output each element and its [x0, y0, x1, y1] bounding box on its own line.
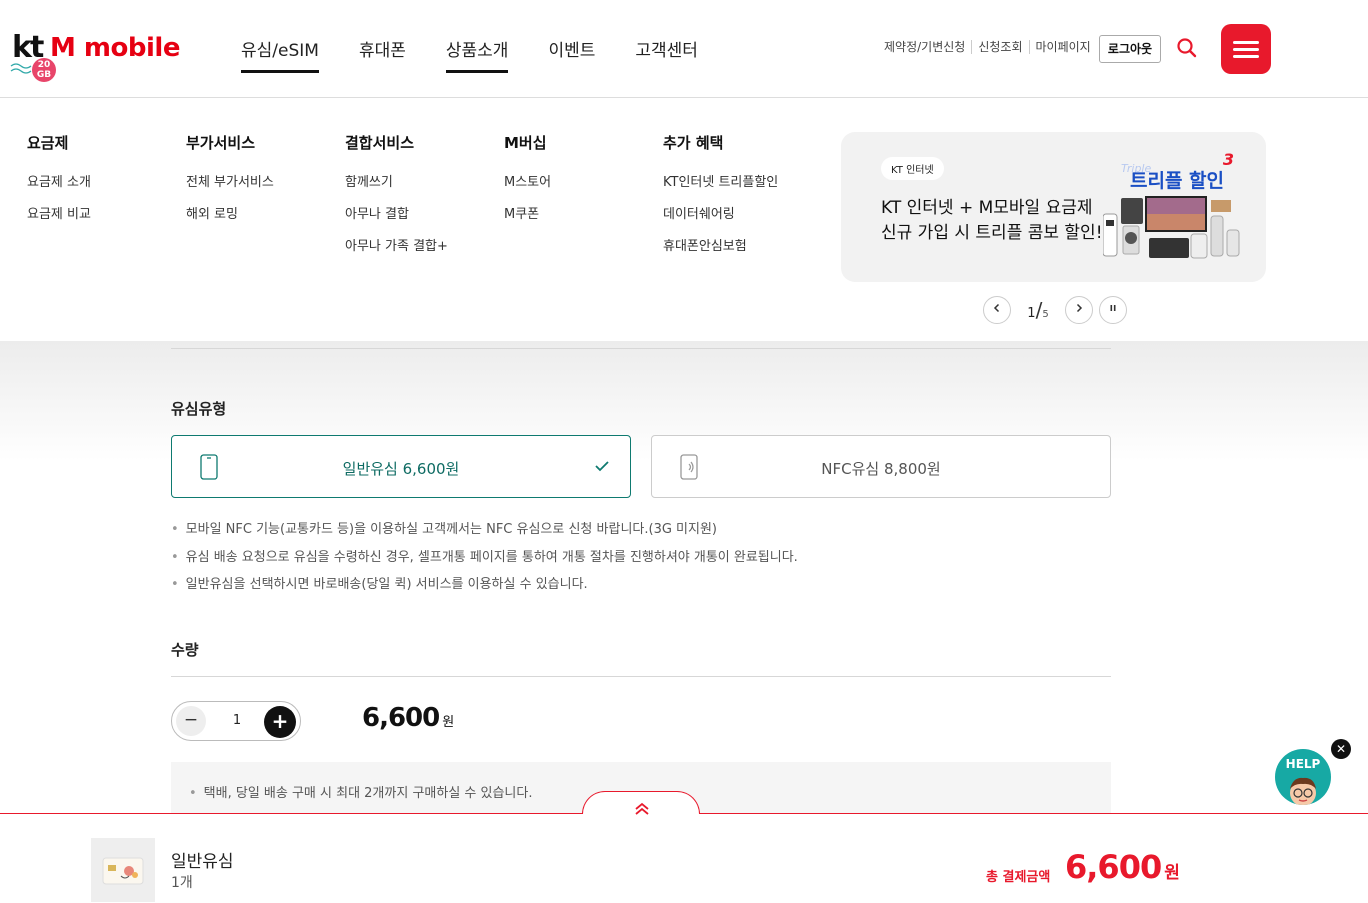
product-name: 일반유심: [171, 852, 234, 872]
appliances-image: [1103, 196, 1240, 259]
usim-card-image: [102, 857, 144, 885]
banner-title-text: 트리플 할인: [1130, 170, 1225, 192]
pause-slide-button[interactable]: [1099, 296, 1127, 324]
usim-option-standard[interactable]: 일반유심 6,600원: [171, 435, 631, 498]
divider: [171, 348, 1111, 349]
usim-option-nfc[interactable]: NFC유심 8,800원: [651, 435, 1111, 498]
banner-pager: 1/5: [983, 296, 1127, 324]
menu-heading: 결합서비스: [345, 134, 415, 152]
order-summary-bar: 일반유심 1개 총 결제금액 6,600 원: [0, 813, 1368, 903]
price-unit: 원: [442, 715, 455, 730]
prev-slide-button[interactable]: [983, 296, 1011, 324]
banner-line-1: KT 인터넷 + M모바일 요금제: [881, 198, 1093, 218]
util-application-status[interactable]: 신청조회: [971, 40, 1028, 54]
total-slides: 5: [1042, 309, 1049, 320]
chevron-left-icon: [993, 303, 1000, 313]
quantity-title: 수량: [171, 641, 199, 659]
total-value: 6,600: [1065, 848, 1162, 886]
delivery-note: 택배, 당일 배송 구매 시 최대 2개까지 구매하실 수 있습니다.: [189, 782, 533, 801]
menu-column-addons: 부가서비스 전체 부가서비스 해외 로밍: [186, 132, 274, 235]
usim-type-title: 유심유형: [171, 400, 227, 418]
nav-phone[interactable]: 휴대폰: [359, 36, 406, 73]
total-label: 총 결제금액: [986, 870, 1051, 885]
menu-link[interactable]: KT인터넷 트리플할인: [663, 171, 778, 190]
price-value: 6,600: [362, 703, 440, 733]
menu-column-membership: M버십 M스토어 M쿠폰: [504, 132, 551, 235]
menu-link[interactable]: 요금제 소개: [27, 171, 91, 190]
mega-menu: 요금제 요금제 소개 요금제 비교 부가서비스 전체 부가서비스 해외 로밍 결…: [0, 98, 1368, 341]
site-header: kt M mobile 20 GB 유심/eSIM 휴대폰 상품소개 이벤트 고…: [0, 0, 1368, 98]
help-label: HELP: [1285, 757, 1321, 771]
increase-button[interactable]: +: [264, 706, 296, 738]
menu-line: [1233, 55, 1259, 58]
usim-notes: 모바일 NFC 기능(교통카드 등)을 이용하실 고객께서는 NFC 유심으로 …: [171, 516, 798, 599]
menu-heading: 부가서비스: [186, 134, 256, 152]
menu-link[interactable]: 데이터쉐어링: [663, 203, 778, 222]
menu-column-plans: 요금제 요금제 소개 요금제 비교: [27, 132, 91, 235]
note-item: 모바일 NFC 기능(교통카드 등)을 이용하실 고객께서는 NFC 유심으로 …: [171, 516, 798, 544]
menu-heading: 요금제: [27, 134, 69, 152]
banner-tag: KT 인터넷: [881, 157, 944, 180]
help-chatbot-button[interactable]: HELP: [1275, 749, 1331, 805]
menu-link[interactable]: M쿠폰: [504, 203, 551, 222]
menu-link[interactable]: 해외 로밍: [186, 203, 274, 222]
menu-link[interactable]: 요금제 비교: [27, 203, 91, 222]
slide-counter: 1/5: [1011, 298, 1065, 322]
logo-brand: M mobile: [50, 33, 180, 63]
usim-option-label: 일반유심 6,600원: [342, 460, 460, 478]
menu-link[interactable]: 휴대폰안심보험: [663, 235, 778, 254]
wave-icon: [10, 63, 32, 74]
divider: [171, 676, 1111, 677]
menu-column-bundles: 결합서비스 함께쓰기 아무나 결합 아무나 가족 결합+: [345, 132, 448, 267]
menu-link[interactable]: 함께쓰기: [345, 171, 448, 190]
next-slide-button[interactable]: [1065, 296, 1093, 324]
banner-title: 트리플 할인 3: [1130, 150, 1234, 193]
banner-copy: KT 인터넷 + M모바일 요금제 신규 가입 시 트리플 콤보 할인!: [881, 196, 1103, 246]
menu-link[interactable]: M스토어: [504, 171, 551, 190]
nav-events[interactable]: 이벤트: [548, 36, 595, 73]
utility-links: 제약정/기변신청 신청조회 마이페이지: [884, 40, 1097, 54]
quantity-price: 6,600 원: [362, 703, 454, 733]
total-unit: 원: [1164, 863, 1180, 883]
menu-line: [1233, 41, 1259, 44]
promo-banner[interactable]: KT 인터넷 KT 인터넷 + M모바일 요금제 신규 가입 시 트리플 콤보 …: [841, 132, 1266, 282]
menu-heading: M버십: [504, 134, 547, 152]
menu-link[interactable]: 아무나 가족 결합+: [345, 235, 448, 254]
total-amount: 6,600 원: [1065, 848, 1180, 886]
check-icon: [595, 461, 609, 472]
note-item: 유심 배송 요청으로 유심을 수령하신 경우, 셀프개통 페이지를 통하여 개통…: [171, 544, 798, 572]
product-quantity: 1개: [171, 875, 193, 891]
nav-products[interactable]: 상품소개: [445, 36, 508, 73]
menu-link[interactable]: 아무나 결합: [345, 203, 448, 222]
menu-link[interactable]: 전체 부가서비스: [186, 171, 274, 190]
character-face-icon: [1290, 777, 1316, 805]
logout-button[interactable]: 로그아웃: [1099, 35, 1161, 63]
data-badge: 20 GB: [32, 58, 56, 82]
bottom-bar-toggle[interactable]: [582, 791, 700, 815]
usim-option-label: NFC유심 8,800원: [821, 460, 941, 478]
menu-heading: 추가 혜택: [663, 134, 724, 152]
util-contract-change[interactable]: 제약정/기변신청: [884, 40, 971, 54]
util-mypage[interactable]: 마이페이지: [1028, 40, 1097, 54]
quantity-stepper: − 1 +: [171, 701, 301, 741]
nav-support[interactable]: 고객센터: [635, 36, 698, 73]
decrease-button[interactable]: −: [176, 706, 206, 736]
current-slide: 1: [1027, 306, 1036, 321]
banner-title-number: 3: [1222, 150, 1235, 169]
banner-line-2: 신규 가입 시 트리플 콤보 할인!: [881, 223, 1103, 243]
double-chevron-up-icon: [635, 802, 649, 815]
kt-m-mobile-logo[interactable]: kt M mobile 20 GB: [10, 30, 180, 82]
menu-column-benefits: 추가 혜택 KT인터넷 트리플할인 데이터쉐어링 휴대폰안심보험: [663, 132, 778, 267]
usim-card-thumbnail: [91, 838, 155, 902]
chevron-right-icon: [1076, 303, 1083, 313]
help-close-button[interactable]: ✕: [1331, 739, 1351, 759]
nav-usim-esim[interactable]: 유심/eSIM: [241, 36, 319, 73]
pause-icon: [1110, 305, 1116, 311]
quantity-value[interactable]: 1: [222, 713, 252, 728]
main-nav: 유심/eSIM 휴대폰 상품소개 이벤트 고객센터: [241, 36, 738, 73]
note-item: 일반유심을 선택하시면 바로배송(당일 퀵) 서비스를 이용하실 수 있습니다.: [171, 571, 798, 599]
menu-line: [1233, 48, 1259, 51]
search-icon[interactable]: [1176, 37, 1198, 59]
hamburger-menu-button[interactable]: [1221, 24, 1271, 74]
